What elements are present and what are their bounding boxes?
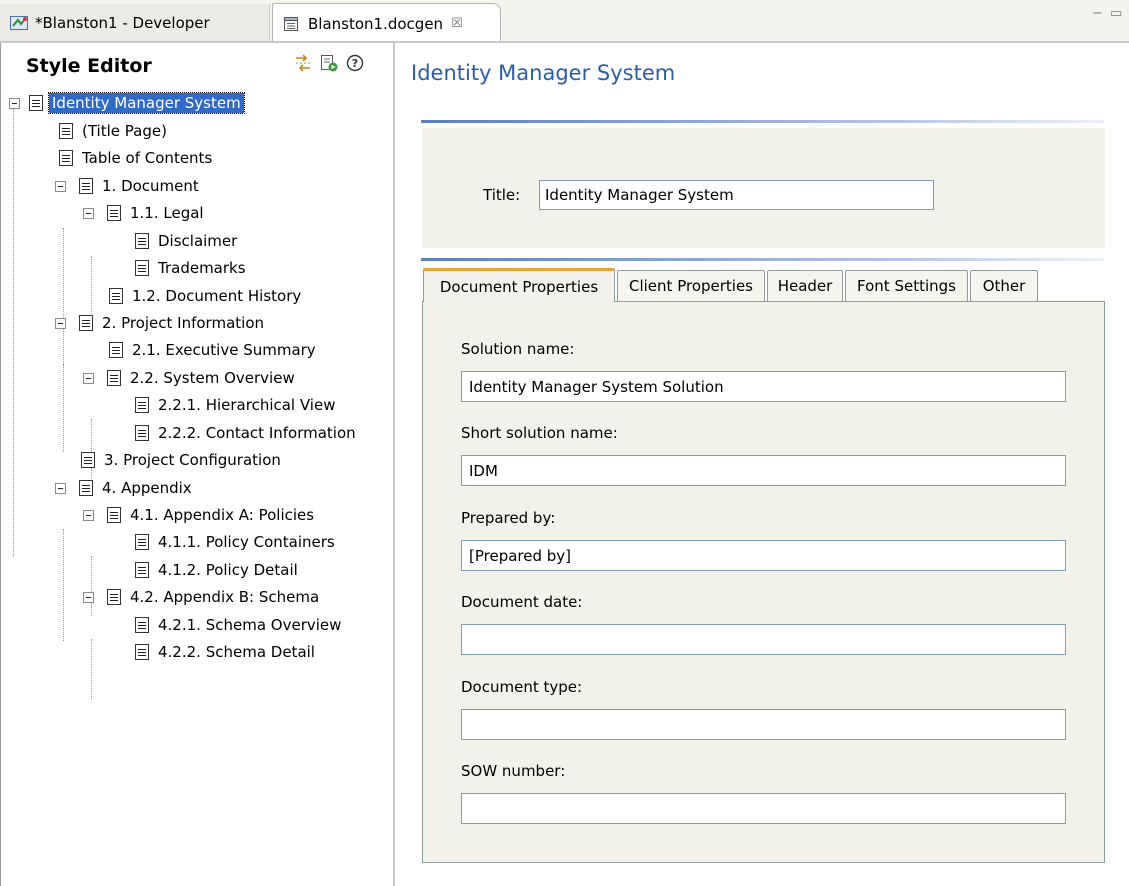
svg-text:?: ? <box>352 57 358 70</box>
document-icon <box>59 150 73 166</box>
document-icon <box>135 617 149 633</box>
document-icon <box>79 480 93 496</box>
tree-item-4-2-2-schema-detail[interactable]: 4.2.2. Schema Detail <box>135 639 318 665</box>
document-editor-pane: Identity Manager System Title: Document … <box>397 43 1129 886</box>
tree-item-table-of-contents[interactable]: Table of Contents <box>59 145 215 171</box>
tree-item-trademarks[interactable]: Trademarks <box>135 255 249 281</box>
tab-header[interactable]: Header <box>767 270 843 301</box>
tree-item-4-appendix[interactable]: 4. Appendix <box>55 475 195 501</box>
document-icon <box>109 288 123 304</box>
document-icon <box>283 16 301 32</box>
document-icon <box>79 315 93 331</box>
tree-item-4-1-appendix-a-policies[interactable]: 4.1. Appendix A: Policies <box>83 502 317 528</box>
tab-document-properties[interactable]: Document Properties <box>423 268 615 302</box>
document-icon <box>107 370 121 386</box>
header-divider <box>421 120 1104 123</box>
short-solution-name-label: Short solution name: <box>461 424 618 442</box>
tree-item-title-page[interactable]: (Title Page) <box>59 118 170 144</box>
tree-item-2-2-system-overview[interactable]: 2.2. System Overview <box>83 365 298 391</box>
document-properties-panel: Solution name: Short solution name: Prep… <box>422 301 1105 863</box>
document-date-input[interactable] <box>461 624 1066 655</box>
tree-item-2-2-2-contact-information[interactable]: 2.2.2. Contact Information <box>135 420 359 446</box>
document-icon <box>135 260 149 276</box>
section-divider <box>421 258 1104 261</box>
minimize-icon[interactable]: − <box>1092 6 1103 21</box>
tree-item-2-project-information[interactable]: 2. Project Information <box>55 310 267 336</box>
document-icon <box>135 397 149 413</box>
tree-item-2-1-executive-summary[interactable]: 2.1. Executive Summary <box>109 337 319 363</box>
tree-item-disclaimer[interactable]: Disclaimer <box>135 228 240 254</box>
collapse-toggle[interactable] <box>83 373 94 384</box>
document-icon <box>29 95 43 111</box>
tab-blanston1-developer[interactable]: *Blanston1 - Developer <box>0 4 270 41</box>
prepared-by-label: Prepared by: <box>461 509 556 527</box>
outline-tree: Identity Manager System (Title Page) Tab… <box>1 86 394 706</box>
collapse-toggle[interactable] <box>83 510 94 521</box>
tab-label: Blanston1.docgen <box>308 14 444 33</box>
help-icon[interactable]: ? <box>345 53 365 73</box>
editor-tab-strip: *Blanston1 - Developer Blanston1.docgen … <box>0 0 1129 44</box>
tab-blanston1-docgen[interactable]: Blanston1.docgen ☒ <box>272 3 501 43</box>
document-icon <box>135 233 149 249</box>
title-label: Title: <box>483 186 521 204</box>
document-icon <box>135 534 149 550</box>
tree-item-4-1-2-policy-detail[interactable]: 4.1.2. Policy Detail <box>135 557 301 583</box>
collapse-toggle[interactable] <box>83 592 94 603</box>
solution-name-label: Solution name: <box>461 340 575 358</box>
style-editor-pane: Style Editor ? Identity Manager System (… <box>0 43 395 886</box>
document-icon <box>59 123 73 139</box>
close-tab-icon[interactable]: ☒ <box>451 16 463 31</box>
short-solution-name-input[interactable] <box>461 455 1066 486</box>
tree-item-1-1-legal[interactable]: 1.1. Legal <box>83 200 207 226</box>
document-icon <box>135 644 149 660</box>
document-icon <box>107 589 121 605</box>
tree-item-2-2-1-hierarchical-view[interactable]: 2.2.1. Hierarchical View <box>135 392 338 418</box>
tree-item-1-document[interactable]: 1. Document <box>55 173 202 199</box>
run-report-icon[interactable] <box>319 53 339 73</box>
collapse-toggle[interactable] <box>55 181 66 192</box>
tab-label: *Blanston1 - Developer <box>35 13 210 32</box>
property-tabs: Document Properties Client Properties He… <box>422 268 1105 302</box>
sow-number-input[interactable] <box>461 793 1066 824</box>
pane-toolbar: ? <box>293 53 365 73</box>
collapse-toggle[interactable] <box>55 318 66 329</box>
document-icon <box>107 205 121 221</box>
tab-font-settings[interactable]: Font Settings <box>845 270 968 301</box>
tree-item-4-2-1-schema-overview[interactable]: 4.2.1. Schema Overview <box>135 612 344 638</box>
maximize-icon[interactable]: ▭ <box>1110 6 1122 21</box>
tree-item-3-project-configuration[interactable]: 3. Project Configuration <box>81 447 284 473</box>
tab-client-properties[interactable]: Client Properties <box>617 270 765 301</box>
title-section: Title: <box>422 128 1105 248</box>
tree-item-4-1-1-policy-containers[interactable]: 4.1.1. Policy Containers <box>135 529 338 555</box>
prepared-by-input[interactable] <box>461 540 1066 571</box>
project-diagram-icon <box>10 15 28 31</box>
document-icon <box>107 507 121 523</box>
document-icon <box>81 452 95 468</box>
document-icon <box>135 562 149 578</box>
collapse-toggle[interactable] <box>83 208 94 219</box>
document-date-label: Document date: <box>461 593 583 611</box>
title-input[interactable] <box>539 180 934 210</box>
collapse-toggle[interactable] <box>55 483 66 494</box>
solution-name-input[interactable] <box>461 371 1066 402</box>
sow-number-label: SOW number: <box>461 762 566 780</box>
document-icon <box>109 342 123 358</box>
document-icon <box>79 178 93 194</box>
tree-item-identity-manager-system[interactable]: Identity Manager System <box>9 90 245 116</box>
tree-item-4-2-appendix-b-schema[interactable]: 4.2. Appendix B: Schema <box>83 584 322 610</box>
page-title: Identity Manager System <box>411 61 676 85</box>
tree-item-1-2-document-history[interactable]: 1.2. Document History <box>109 283 304 309</box>
tab-other[interactable]: Other <box>970 270 1038 301</box>
expand-collapse-icon[interactable] <box>293 53 313 73</box>
document-icon <box>135 425 149 441</box>
document-type-label: Document type: <box>461 678 583 696</box>
collapse-toggle[interactable] <box>9 98 20 109</box>
pane-title: Style Editor <box>26 55 152 77</box>
document-type-input[interactable] <box>461 709 1066 740</box>
